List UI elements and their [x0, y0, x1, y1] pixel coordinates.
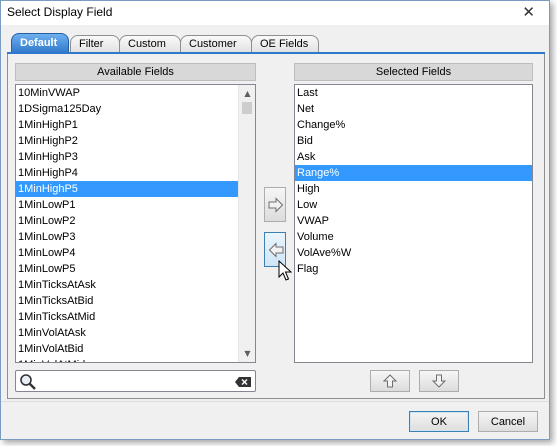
- dialog-footer: OK Cancel: [1, 401, 549, 439]
- scroll-up-icon[interactable]: ▲: [239, 85, 255, 102]
- available-field-item[interactable]: 1MinHighP2: [16, 133, 238, 149]
- available-field-item[interactable]: 1MinHighP4: [16, 165, 238, 181]
- available-field-item[interactable]: 10MinVWAP: [16, 85, 238, 101]
- selected-field-item[interactable]: VWAP: [295, 213, 532, 229]
- left-arrow-icon: [268, 242, 284, 258]
- scroll-thumb[interactable]: [242, 102, 252, 114]
- tab-default[interactable]: Default: [11, 33, 69, 53]
- search-input[interactable]: [40, 373, 230, 389]
- available-field-item[interactable]: 1MinHighP5: [16, 181, 238, 197]
- selected-field-item[interactable]: Ask: [295, 149, 532, 165]
- selected-field-item[interactable]: Volume: [295, 229, 532, 245]
- selected-fields-list[interactable]: Last Net Change% Bid Ask Range% High Low VWAP Vol…: [294, 84, 533, 363]
- selected-field-item[interactable]: Last: [295, 85, 532, 101]
- magnifier-icon: [20, 374, 36, 390]
- selected-field-item[interactable]: Flag: [295, 261, 532, 277]
- close-icon[interactable]: ✕: [522, 3, 535, 21]
- available-field-item[interactable]: 1MinTicksAtAsk: [16, 277, 238, 293]
- ok-button[interactable]: OK: [409, 411, 469, 432]
- window-title: Select Display Field: [7, 5, 113, 19]
- available-fields-list[interactable]: 10MinVWAP 1DSigma125Day 1MinHighP1 1MinHigh…: [15, 84, 256, 363]
- selected-field-item[interactable]: Range%: [295, 165, 532, 181]
- tab-custom[interactable]: Custom: [119, 35, 181, 52]
- available-field-item[interactable]: 1MinVolAtAsk: [16, 325, 238, 341]
- title-bar: Select Display Field ✕: [1, 1, 549, 25]
- tab-strip: Default Filter Custom Customer OE Fields: [9, 33, 549, 53]
- tab-oe-fields[interactable]: OE Fields: [251, 35, 319, 52]
- clear-backspace-icon[interactable]: [234, 376, 252, 388]
- mouse-pointer-icon: [278, 260, 292, 281]
- selected-field-item[interactable]: Low: [295, 197, 532, 213]
- selected-fields-header: Selected Fields: [294, 63, 533, 81]
- available-field-item[interactable]: 1MinLowP2: [16, 213, 238, 229]
- available-field-item[interactable]: 1MinLowP5: [16, 261, 238, 277]
- up-arrow-icon: [383, 374, 397, 388]
- move-down-button[interactable]: [419, 370, 459, 392]
- select-display-field-dialog: Select Display Field ✕ Default Filter Cu…: [0, 0, 550, 440]
- available-field-item[interactable]: 1MinLowP1: [16, 197, 238, 213]
- cancel-button[interactable]: Cancel: [478, 411, 538, 432]
- available-fields-scrollbar[interactable]: ▲ ▼: [238, 85, 255, 362]
- down-arrow-icon: [432, 374, 446, 388]
- move-up-button[interactable]: [370, 370, 410, 392]
- right-arrow-icon: [268, 197, 284, 213]
- available-field-item[interactable]: 1MinTicksAtBid: [16, 293, 238, 309]
- tab-filter[interactable]: Filter: [70, 35, 120, 52]
- selected-field-item[interactable]: Net: [295, 101, 532, 117]
- active-tab-underline: [7, 52, 545, 54]
- field-search-box: [15, 370, 256, 392]
- available-fields-header: Available Fields: [15, 63, 256, 81]
- selected-field-item[interactable]: High: [295, 181, 532, 197]
- available-field-item[interactable]: 1MinLowP3: [16, 229, 238, 245]
- available-field-item[interactable]: 1MinLowP4: [16, 245, 238, 261]
- available-field-item[interactable]: 1MinTicksAtMid: [16, 309, 238, 325]
- available-field-item[interactable]: 1MinVolAtBid: [16, 341, 238, 357]
- add-field-button[interactable]: [264, 187, 286, 222]
- available-field-item[interactable]: 1DSigma125Day: [16, 101, 238, 117]
- scroll-down-icon[interactable]: ▼: [239, 345, 255, 362]
- available-field-item[interactable]: 1MinHighP1: [16, 117, 238, 133]
- available-field-item[interactable]: 1MinVolAtMid: [16, 357, 238, 362]
- selected-field-item[interactable]: Change%: [295, 117, 532, 133]
- tab-customer[interactable]: Customer: [180, 35, 252, 52]
- selected-field-item[interactable]: Bid: [295, 133, 532, 149]
- selected-field-item[interactable]: VolAve%W: [295, 245, 532, 261]
- available-field-item[interactable]: 1MinHighP3: [16, 149, 238, 165]
